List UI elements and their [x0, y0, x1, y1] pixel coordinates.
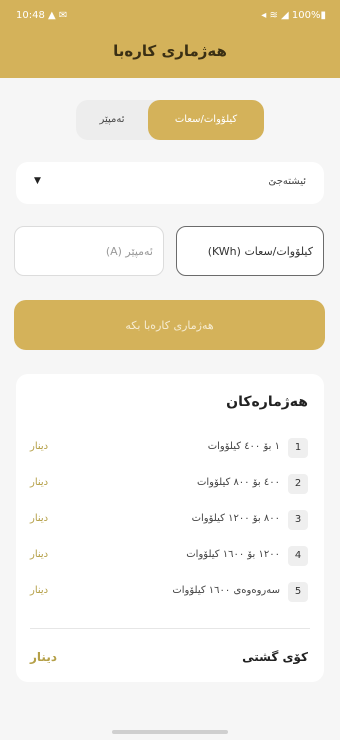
page-title: هەژماری کارەبا	[113, 42, 227, 60]
tier-row: 3 ٨٠٠ بۆ ١٢٠٠ کیلۆوات دینار	[16, 510, 324, 530]
unit-toggle: ئەمپێر کیلۆوات/سعات	[76, 100, 264, 140]
tier-row: 2 ٤٠٠ بۆ ٨٠٠ کیلۆوات دینار	[16, 474, 324, 494]
status-notification-icons: ▲ ✉	[48, 10, 68, 21]
tier-range: ١ بۆ ٤٠٠ کیلۆوات	[207, 441, 280, 452]
tier-row: 1 ١ بۆ ٤٠٠ کیلۆوات دینار	[16, 438, 324, 458]
tier-cost: دینار	[30, 513, 49, 524]
ampere-input[interactable]	[14, 226, 164, 276]
status-time: 10:48	[16, 10, 45, 21]
total-cost: دینار	[30, 650, 57, 664]
total-label: کۆی گشتی	[242, 650, 308, 664]
results-divider	[30, 628, 310, 629]
status-bar: 10:48 ▲ ✉ ◂ ≋ ◢ 100%▮	[0, 8, 340, 26]
tier-row: 4 ١٢٠٠ بۆ ١٦٠٠ کیلۆوات دینار	[16, 546, 324, 566]
tier-cost: دینار	[30, 585, 49, 596]
status-left: 10:48 ▲ ✉	[16, 10, 67, 21]
tier-range: ١٢٠٠ بۆ ١٦٠٠ کیلۆوات	[186, 549, 280, 560]
tier-number: 4	[288, 546, 308, 566]
calculate-button[interactable]: هەژماری کارەبا بکە	[14, 300, 325, 350]
tier-range: ٨٠٠ بۆ ١٢٠٠ کیلۆوات	[191, 513, 280, 524]
tier-number: 1	[288, 438, 308, 458]
tier-number: 3	[288, 510, 308, 530]
app-header: 10:48 ▲ ✉ ◂ ≋ ◢ 100%▮ هەژماری کارەبا	[0, 0, 340, 78]
tier-range: سەروەوەی ١٦٠٠ کیلۆوات	[172, 585, 280, 596]
kwh-input[interactable]	[176, 226, 324, 276]
dropdown-value: ئیشتەجێ	[268, 176, 306, 187]
tier-range: ٤٠٠ بۆ ٨٠٠ کیلۆوات	[196, 477, 280, 488]
tier-cost: دینار	[30, 477, 49, 488]
tab-ampere[interactable]: ئەمپێر	[76, 100, 148, 140]
tier-row: 5 سەروەوەی ١٦٠٠ کیلۆوات دینار	[16, 582, 324, 602]
results-title: هەژمارەکان	[226, 394, 308, 410]
tier-cost: دینار	[30, 549, 49, 560]
home-indicator[interactable]	[112, 730, 228, 734]
tier-cost: دینار	[30, 441, 49, 452]
results-card: هەژمارەکان 1 ١ بۆ ٤٠٠ کیلۆوات دینار 2 ٤٠…	[16, 374, 324, 682]
category-dropdown[interactable]: ▼ ئیشتەجێ	[16, 162, 324, 204]
status-system-icons: ◂ ≋ ◢ 100%▮	[261, 10, 326, 21]
tier-number: 5	[288, 582, 308, 602]
tab-kilowatt-hour[interactable]: کیلۆوات/سعات	[148, 100, 264, 140]
tier-number: 2	[288, 474, 308, 494]
dropdown-arrow-icon: ▼	[34, 176, 41, 186]
